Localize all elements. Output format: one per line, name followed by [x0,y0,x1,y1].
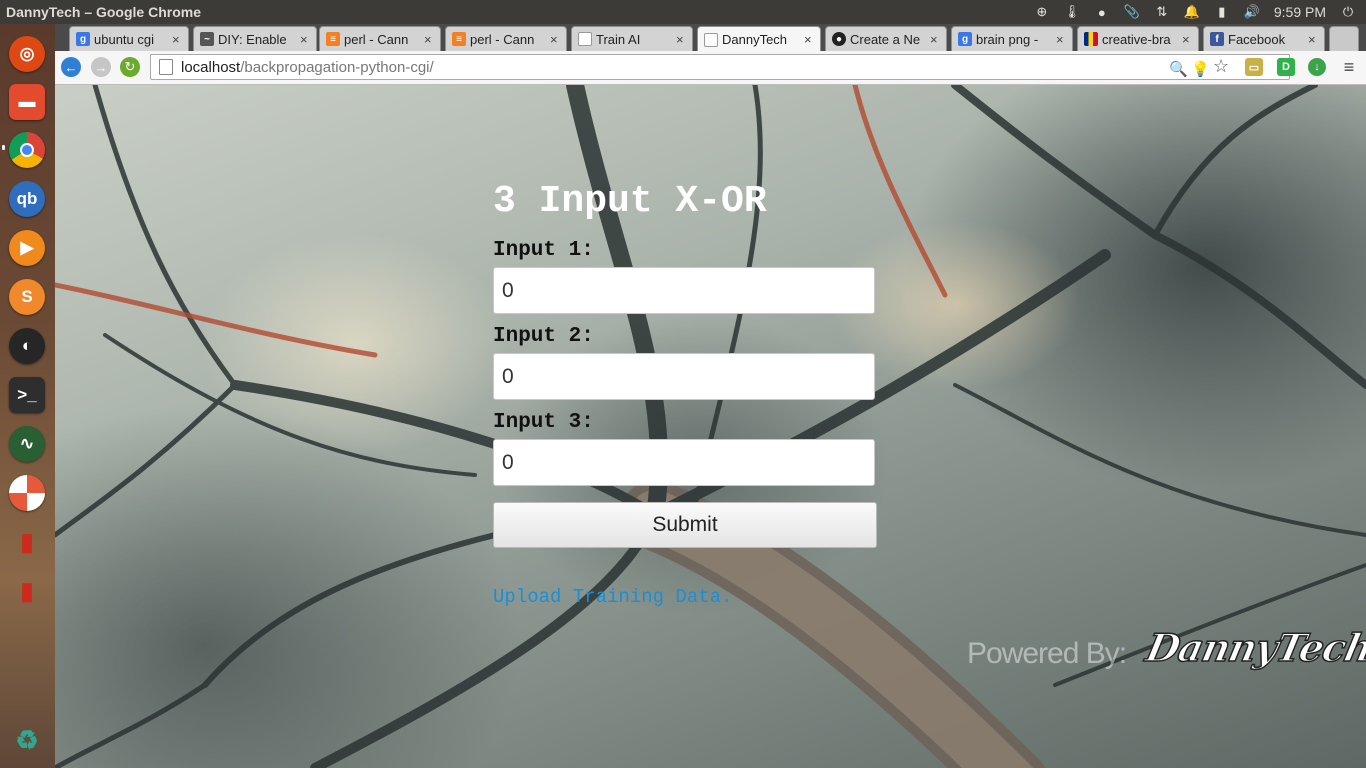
input-2-label: Input 2: [493,325,594,348]
input-3-field[interactable] [493,439,875,486]
page-info-icon[interactable] [159,59,173,75]
upload-training-data-link[interactable]: Upload Training Data. [493,586,732,608]
tab-create-new[interactable]: ● Create a Ne × [825,26,947,51]
top-panel: DannyTech – Google Chrome ⊕ 🌡 ● 📎 ⇅ 🔔 ▮ … [0,0,1366,24]
browser-toolbar: ← → ↻ localhost/backpropagation-python-c… [55,51,1366,85]
url-host: localhost [181,58,241,76]
window-title: DannyTech – Google Chrome [6,4,201,20]
battery-icon[interactable]: ▮ [1214,4,1230,20]
tab-ubuntu-cgi[interactable]: g ubuntu cgi × [69,26,189,51]
files-icon[interactable]: ▬ [9,84,45,120]
close-icon[interactable]: × [1308,32,1318,47]
dannytech-logo: DannyTech [1141,624,1366,671]
tab-facebook[interactable]: f Facebook × [1203,26,1325,51]
app-icon[interactable]: ◐ [9,328,45,364]
tab-brain-png[interactable]: g brain png - × [951,26,1073,51]
trash-icon[interactable]: ♻ [9,722,45,758]
close-icon[interactable]: × [300,32,310,47]
forward-button[interactable]: → [91,57,111,77]
google-icon: g [76,32,90,46]
thermometer-icon[interactable]: 🌡 [1064,4,1081,20]
qbittorrent-tray-icon[interactable]: ⊕ [1034,4,1050,20]
close-icon[interactable]: × [804,32,814,47]
stackoverflow-icon: ≡ [452,32,466,46]
diy-icon: ~ [200,32,214,46]
chrome-icon[interactable] [9,132,45,168]
powered-by-label: Powered By: [967,637,1127,670]
extension-folder-icon[interactable]: ▭ [1245,58,1263,76]
submit-button[interactable]: Submit [493,502,877,548]
fire-extinguisher-icon[interactable]: ▮ [9,524,45,560]
google-icon: g [958,32,972,46]
terminal-icon[interactable]: >_ [9,377,45,413]
tab-perl-2[interactable]: ≡ perl - Cann × [445,26,567,51]
chrome-tray-icon[interactable]: ● [1094,4,1110,20]
address-bar[interactable]: localhost/backpropagation-python-cgi/ 🔍 … [150,54,1290,80]
back-button[interactable]: ← [61,57,81,77]
close-icon[interactable]: × [172,32,182,47]
facebook-icon: f [1210,32,1224,46]
disk-icon[interactable] [9,475,45,511]
tab-strip: g ubuntu cgi × ~ DIY: Enable × ≡ perl - … [55,24,1366,52]
extension-green-icon[interactable]: ↓ [1308,58,1326,76]
input-2-field[interactable] [493,353,875,400]
stackoverflow-icon: ≡ [326,32,340,46]
page-icon [578,32,592,46]
close-icon[interactable]: × [1182,32,1192,47]
bookmark-star-icon[interactable]: ☆ [1213,56,1229,77]
notification-bell-icon[interactable]: 🔔 [1184,4,1200,20]
page-viewport: 3 Input X-OR Input 1: Input 2: Input 3: … [55,85,1366,768]
github-icon: ● [832,32,846,46]
input-1-field[interactable] [493,267,875,314]
reload-button[interactable]: ↻ [120,57,140,77]
volume-icon[interactable]: 🔊 [1244,4,1260,20]
power-icon[interactable]: ⏻ [1340,4,1356,20]
close-icon[interactable]: × [1056,32,1066,47]
lightbulb-icon[interactable]: 💡 [1191,60,1210,78]
sublime-text-icon[interactable]: S [9,279,45,315]
url-path: /backpropagation-python-cgi/ [240,58,434,76]
tab-diy-enable[interactable]: ~ DIY: Enable × [193,26,317,51]
page-icon [704,32,718,47]
zoom-icon[interactable]: 🔍 [1169,60,1188,78]
qbittorrent-icon[interactable]: qb [9,181,45,217]
new-tab-button[interactable] [1329,26,1359,51]
input-3-label: Input 3: [493,411,594,434]
tab-train-ai[interactable]: Train AI × [571,26,693,51]
page-title: 3 Input X-OR [493,180,767,223]
paperclip-icon[interactable]: 📎 [1124,4,1140,20]
romania-flag-icon [1084,32,1098,46]
menu-icon[interactable]: ≡ [1340,57,1358,77]
clock[interactable]: 9:59 PM [1274,4,1326,20]
extension-d-icon[interactable]: D [1277,58,1295,76]
xor-form: 3 Input X-OR Input 1: Input 2: Input 3: … [493,180,893,608]
tab-perl-1[interactable]: ≡ perl - Cann × [319,26,441,51]
close-icon[interactable]: × [930,32,940,47]
fire-extinguisher-icon[interactable]: ▮ [9,573,45,609]
close-icon[interactable]: × [424,32,434,47]
input-1-label: Input 1: [493,239,594,262]
close-icon[interactable]: × [676,32,686,47]
launcher: ◎ ▬ qb ▶ S ◐ >_ ∿ ▮ ▮ ♻ [0,24,55,768]
media-player-icon[interactable]: ▶ [9,230,45,266]
system-tray: ⊕ 🌡 ● 📎 ⇅ 🔔 ▮ 🔊 9:59 PM ⏻ [1034,4,1366,20]
tab-dannytech[interactable]: DannyTech × [697,26,821,52]
close-icon[interactable]: × [550,32,560,47]
ubuntu-home-icon[interactable]: ◎ [9,36,45,72]
system-monitor-icon[interactable]: ∿ [9,426,45,462]
tab-creative-brain[interactable]: creative-bra × [1077,26,1199,51]
network-icon[interactable]: ⇅ [1154,4,1170,20]
